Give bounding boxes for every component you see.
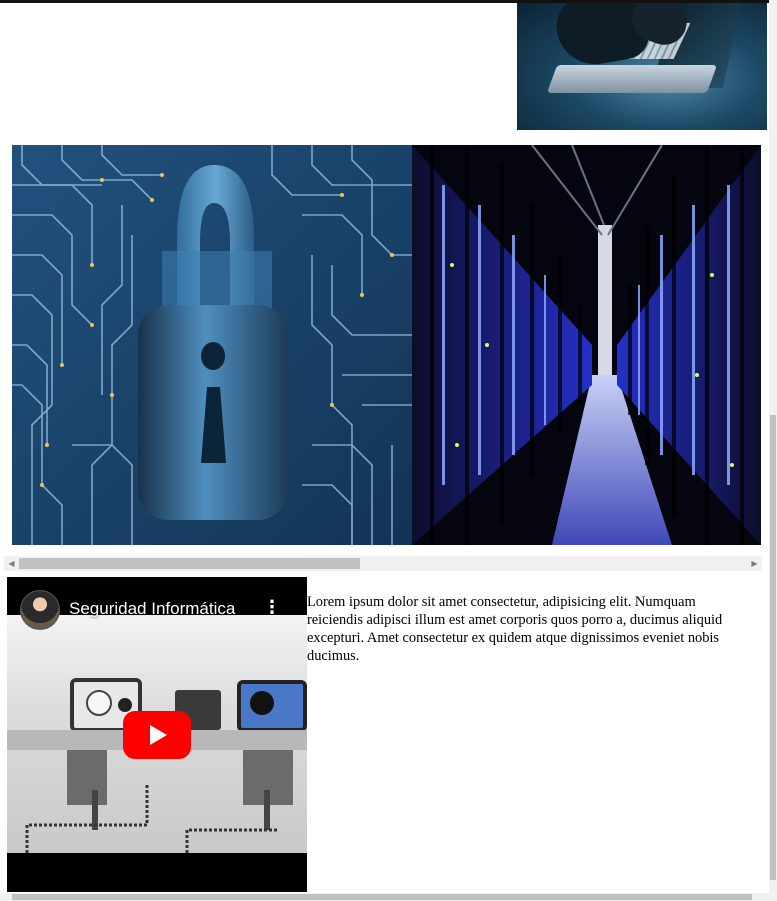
server-corridor-graphic bbox=[412, 145, 761, 545]
scroll-left-icon[interactable]: ◀ bbox=[4, 556, 19, 571]
laptop-base-shape bbox=[546, 65, 718, 93]
page-scrollbar-thumb[interactable] bbox=[770, 415, 776, 880]
video-title[interactable]: Seguridad Informática bbox=[69, 599, 235, 619]
youtube-video-embed[interactable]: Seguridad Informática ⋮ bbox=[7, 577, 307, 892]
more-options-icon[interactable]: ⋮ bbox=[263, 597, 281, 618]
server-corridor-image bbox=[412, 145, 761, 545]
play-button-icon[interactable] bbox=[123, 711, 191, 759]
laptop-image bbox=[517, 3, 767, 130]
scroll-right-icon[interactable]: ▶ bbox=[747, 556, 762, 571]
gallery-horizontal-scrollbar[interactable]: ◀ ▶ bbox=[4, 556, 762, 571]
page-horizontal-scrollbar[interactable] bbox=[0, 893, 777, 901]
page-vertical-scrollbar[interactable] bbox=[769, 0, 777, 893]
page-horizontal-scrollbar-thumb[interactable] bbox=[12, 894, 752, 900]
padlock-circuit-graphic bbox=[12, 145, 412, 545]
padlock-circuit-image bbox=[12, 145, 412, 545]
channel-avatar[interactable] bbox=[20, 590, 60, 630]
description-paragraph: Lorem ipsum dolor sit amet consectetur, … bbox=[307, 594, 723, 664]
gallery-scrollbar-thumb[interactable] bbox=[19, 558, 360, 569]
image-gallery bbox=[12, 145, 761, 545]
